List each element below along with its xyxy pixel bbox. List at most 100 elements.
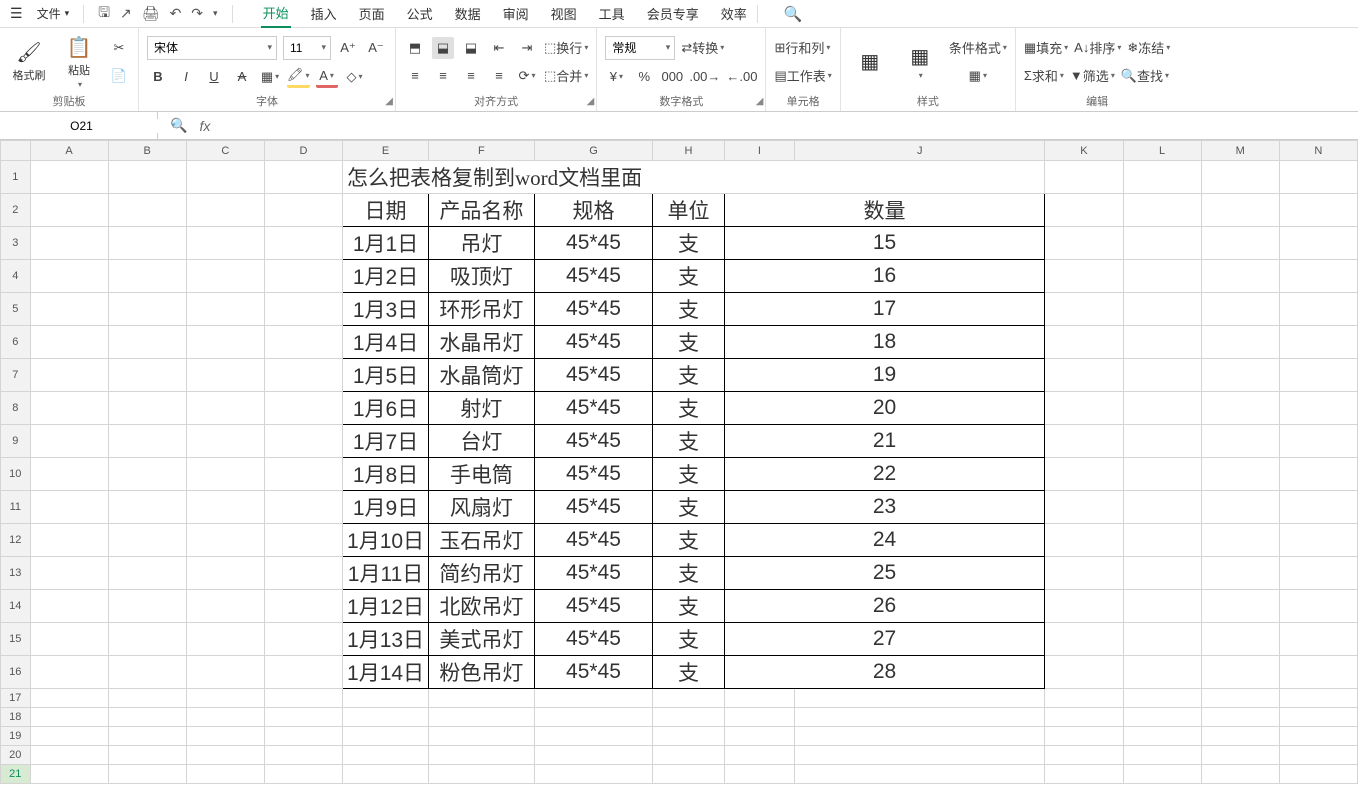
cell-H4[interactable]: 支 <box>653 260 724 293</box>
cell-C4[interactable] <box>186 260 264 293</box>
name-box[interactable]: ▾ <box>0 112 158 139</box>
cell-C9[interactable] <box>186 425 264 458</box>
rows-cols-button[interactable]: ⊞ 行和列 <box>774 37 830 59</box>
cell-B10[interactable] <box>108 458 186 491</box>
cell-F7[interactable]: 水晶筒灯 <box>429 359 535 392</box>
cell-L13[interactable] <box>1123 557 1201 590</box>
align-bottom-icon[interactable]: ⬓ <box>460 37 482 59</box>
fx-icon[interactable]: fx <box>199 118 210 134</box>
cell-G19[interactable] <box>534 727 653 746</box>
cell-H2[interactable]: 单位 <box>653 194 724 227</box>
cell-D21[interactable] <box>264 765 342 784</box>
row-header-3[interactable]: 3 <box>1 227 31 260</box>
cell-N19[interactable] <box>1279 727 1357 746</box>
cell-N14[interactable] <box>1279 590 1357 623</box>
cell-E12[interactable]: 1月10日 <box>343 524 429 557</box>
align-top-icon[interactable]: ⬒ <box>404 37 426 59</box>
col-header-B[interactable]: B <box>108 141 186 161</box>
cell-B6[interactable] <box>108 326 186 359</box>
cell-C3[interactable] <box>186 227 264 260</box>
cell-H14[interactable]: 支 <box>653 590 724 623</box>
cell-F11[interactable]: 风扇灯 <box>429 491 535 524</box>
cell-M9[interactable] <box>1201 425 1279 458</box>
cell-G11[interactable]: 45*45 <box>534 491 653 524</box>
comma-icon[interactable]: 000 <box>661 66 683 88</box>
cell-A1[interactable] <box>30 161 108 194</box>
cell-D5[interactable] <box>264 293 342 326</box>
indent-increase-icon[interactable]: ⇥ <box>516 37 538 59</box>
row-header-13[interactable]: 13 <box>1 557 31 590</box>
row-header-16[interactable]: 16 <box>1 656 31 689</box>
cell-I20[interactable] <box>724 746 794 765</box>
cell-M6[interactable] <box>1201 326 1279 359</box>
cell-C20[interactable] <box>186 746 264 765</box>
cell-D2[interactable] <box>264 194 342 227</box>
col-header-L[interactable]: L <box>1123 141 1201 161</box>
increase-font-icon[interactable]: A⁺ <box>337 37 359 59</box>
cell-K9[interactable] <box>1045 425 1123 458</box>
search-icon[interactable]: 🔍 <box>784 5 803 23</box>
col-header-J[interactable]: J <box>795 141 1045 161</box>
font-size-combo[interactable]: ▾ <box>283 36 331 60</box>
cell-L6[interactable] <box>1123 326 1201 359</box>
cell-L2[interactable] <box>1123 194 1201 227</box>
cell-C17[interactable] <box>186 689 264 708</box>
cell-I7[interactable]: 19 <box>724 359 1045 392</box>
cell-K18[interactable] <box>1045 708 1123 727</box>
cell-H21[interactable] <box>653 765 724 784</box>
cell-C18[interactable] <box>186 708 264 727</box>
cell-G4[interactable]: 45*45 <box>534 260 653 293</box>
cell-F2[interactable]: 产品名称 <box>429 194 535 227</box>
cell-C13[interactable] <box>186 557 264 590</box>
cell-L19[interactable] <box>1123 727 1201 746</box>
border-button[interactable]: ▦ <box>259 66 281 88</box>
cell-A4[interactable] <box>30 260 108 293</box>
cell-K2[interactable] <box>1045 194 1123 227</box>
cell-L12[interactable] <box>1123 524 1201 557</box>
cell-E3[interactable]: 1月1日 <box>343 227 429 260</box>
cell-M11[interactable] <box>1201 491 1279 524</box>
row-header-17[interactable]: 17 <box>1 689 31 708</box>
cell-C15[interactable] <box>186 623 264 656</box>
cell-F20[interactable] <box>429 746 535 765</box>
sort-button[interactable]: A↓ 排序 <box>1074 37 1121 59</box>
cell-E6[interactable]: 1月4日 <box>343 326 429 359</box>
cell-H18[interactable] <box>653 708 724 727</box>
cell-N15[interactable] <box>1279 623 1357 656</box>
cell-B16[interactable] <box>108 656 186 689</box>
cell-B13[interactable] <box>108 557 186 590</box>
cell-I2[interactable]: 数量 <box>724 194 1045 227</box>
cell-H3[interactable]: 支 <box>653 227 724 260</box>
cell-I5[interactable]: 17 <box>724 293 1045 326</box>
cell-A10[interactable] <box>30 458 108 491</box>
cell-I6[interactable]: 18 <box>724 326 1045 359</box>
cell-E8[interactable]: 1月6日 <box>343 392 429 425</box>
cell-C19[interactable] <box>186 727 264 746</box>
cell-C11[interactable] <box>186 491 264 524</box>
cell-D17[interactable] <box>264 689 342 708</box>
cell-L15[interactable] <box>1123 623 1201 656</box>
row-header-18[interactable]: 18 <box>1 708 31 727</box>
cell-K4[interactable] <box>1045 260 1123 293</box>
cell-I1[interactable] <box>1123 161 1201 194</box>
cell-K5[interactable] <box>1045 293 1123 326</box>
cell-N3[interactable] <box>1279 227 1357 260</box>
cut-icon[interactable]: ✂ <box>108 37 130 59</box>
cell-N11[interactable] <box>1279 491 1357 524</box>
cell-D14[interactable] <box>264 590 342 623</box>
expand-fx-icon[interactable]: 🔍 <box>170 117 187 134</box>
cell-K6[interactable] <box>1045 326 1123 359</box>
col-header-H[interactable]: H <box>653 141 724 161</box>
cell-G16[interactable]: 45*45 <box>534 656 653 689</box>
cell-G7[interactable]: 45*45 <box>534 359 653 392</box>
cell-F6[interactable]: 水晶吊灯 <box>429 326 535 359</box>
tab-审阅[interactable]: 审阅 <box>501 0 531 27</box>
cell-D9[interactable] <box>264 425 342 458</box>
orientation-icon[interactable]: ⟳ <box>516 65 538 87</box>
cell-H10[interactable]: 支 <box>653 458 724 491</box>
col-header-A[interactable]: A <box>30 141 108 161</box>
col-header-K[interactable]: K <box>1045 141 1123 161</box>
cell-G21[interactable] <box>534 765 653 784</box>
app-menu-icon[interactable]: ☰ <box>6 5 27 22</box>
undo-icon[interactable]: ↶ <box>170 5 182 22</box>
